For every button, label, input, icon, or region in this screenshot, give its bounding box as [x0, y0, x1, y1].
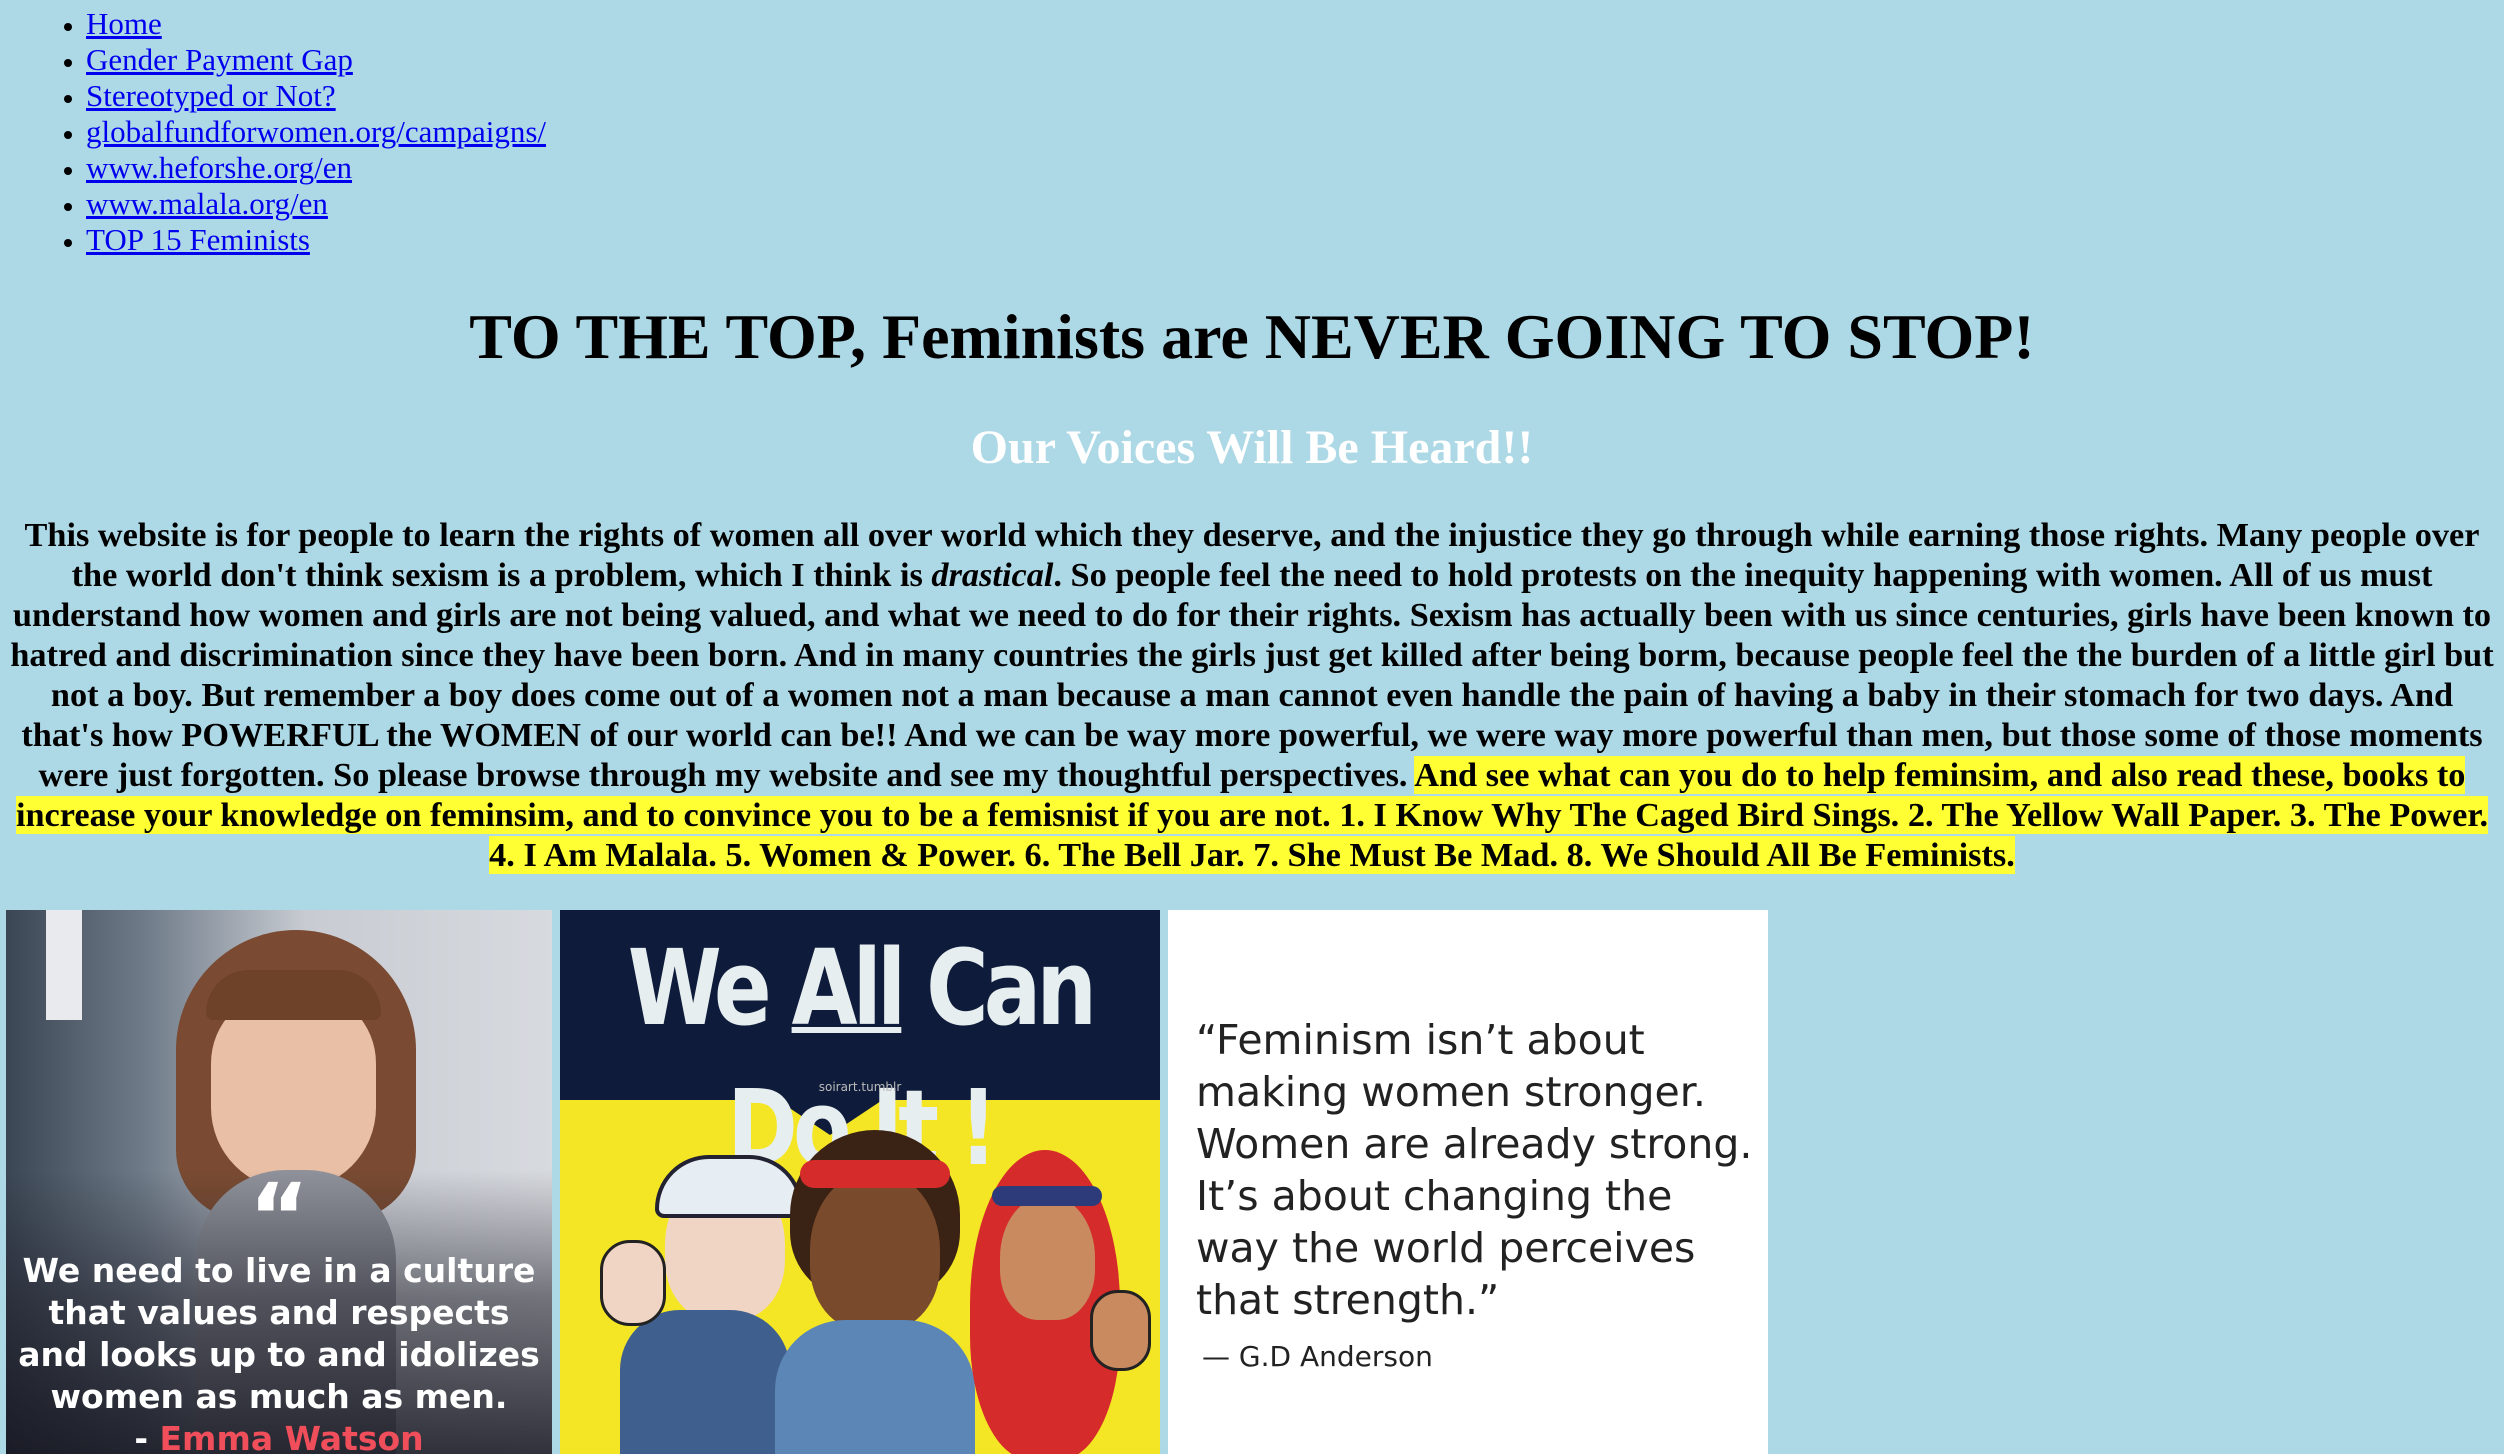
nav-link-stereotyped[interactable]: Stereotyped or Not?: [86, 78, 336, 113]
page-subtitle: Our Voices Will Be Heard!!: [970, 421, 1534, 474]
intro-emphasis: drastical: [931, 556, 1054, 594]
quote-author-prefix: -: [134, 1419, 160, 1454]
figure-right-fist: [1090, 1290, 1151, 1371]
nav-item-heforshe: www.heforshe.org/en: [86, 150, 546, 186]
nav-list: Home Gender Payment Gap Stereotyped or N…: [0, 6, 546, 258]
figure-center-headband: [800, 1160, 950, 1188]
quote-mark-icon: “: [248, 1164, 310, 1271]
nav-item-home: Home: [86, 6, 546, 42]
poster-watermark: soirart.tumblr: [818, 1080, 902, 1094]
figure-left-body: [620, 1310, 790, 1454]
figure-left-headscarf: [655, 1155, 803, 1218]
quote-body: We need to live in a culture that values…: [18, 1251, 540, 1416]
nav-item-globalfund: globalfundforwomen.org/campaigns/: [86, 114, 546, 150]
portrait-fringe: [206, 970, 381, 1020]
figure-left-fist: [600, 1240, 666, 1326]
nav-link-globalfund[interactable]: globalfundforwomen.org/campaigns/: [86, 114, 546, 149]
nav-link-malala[interactable]: www.malala.org/en: [86, 186, 328, 221]
nav-link-gender-payment-gap[interactable]: Gender Payment Gap: [86, 42, 353, 77]
page-title: TO THE TOP, Feminists are NEVER GOING TO…: [469, 301, 2035, 372]
figure-center-body: [775, 1320, 975, 1454]
poster-title-pre: We: [627, 927, 792, 1049]
figure-right-face: [1000, 1195, 1095, 1320]
nav-item-malala: www.malala.org/en: [86, 186, 546, 222]
image-quote-text: We need to live in a culture that values…: [16, 1250, 542, 1454]
intro-paragraph: This website is for people to learn the …: [6, 515, 2498, 875]
figure-right-band: [992, 1186, 1102, 1206]
portrait-face: [211, 990, 376, 1190]
image-quote-text: “Feminism isn’t about making women stron…: [1196, 1016, 1753, 1324]
nav-item-top15: TOP 15 Feminists: [86, 222, 546, 258]
quote-author: Emma Watson: [159, 1419, 424, 1454]
poster-title-underlined: All: [791, 927, 907, 1049]
emma-watson-quote-image: “ We need to live in a culture that valu…: [6, 910, 552, 1454]
background-panel: [46, 910, 82, 1020]
nav-item-stereotyped: Stereotyped or Not?: [86, 78, 546, 114]
nav-item-gender-payment-gap: Gender Payment Gap: [86, 42, 546, 78]
nav-link-heforshe[interactable]: www.heforshe.org/en: [86, 150, 352, 185]
quote-author: — G.D Anderson: [1202, 1340, 1433, 1373]
we-all-can-do-it-poster: We All Can Do It ! soirart.tumblr: [560, 910, 1160, 1454]
nav-link-home[interactable]: Home: [86, 6, 162, 41]
nav-link-top15[interactable]: TOP 15 Feminists: [86, 222, 310, 257]
figure-center-head: [810, 1170, 940, 1330]
gd-anderson-quote-image: “Feminism isn’t about making women stron…: [1168, 910, 1768, 1454]
